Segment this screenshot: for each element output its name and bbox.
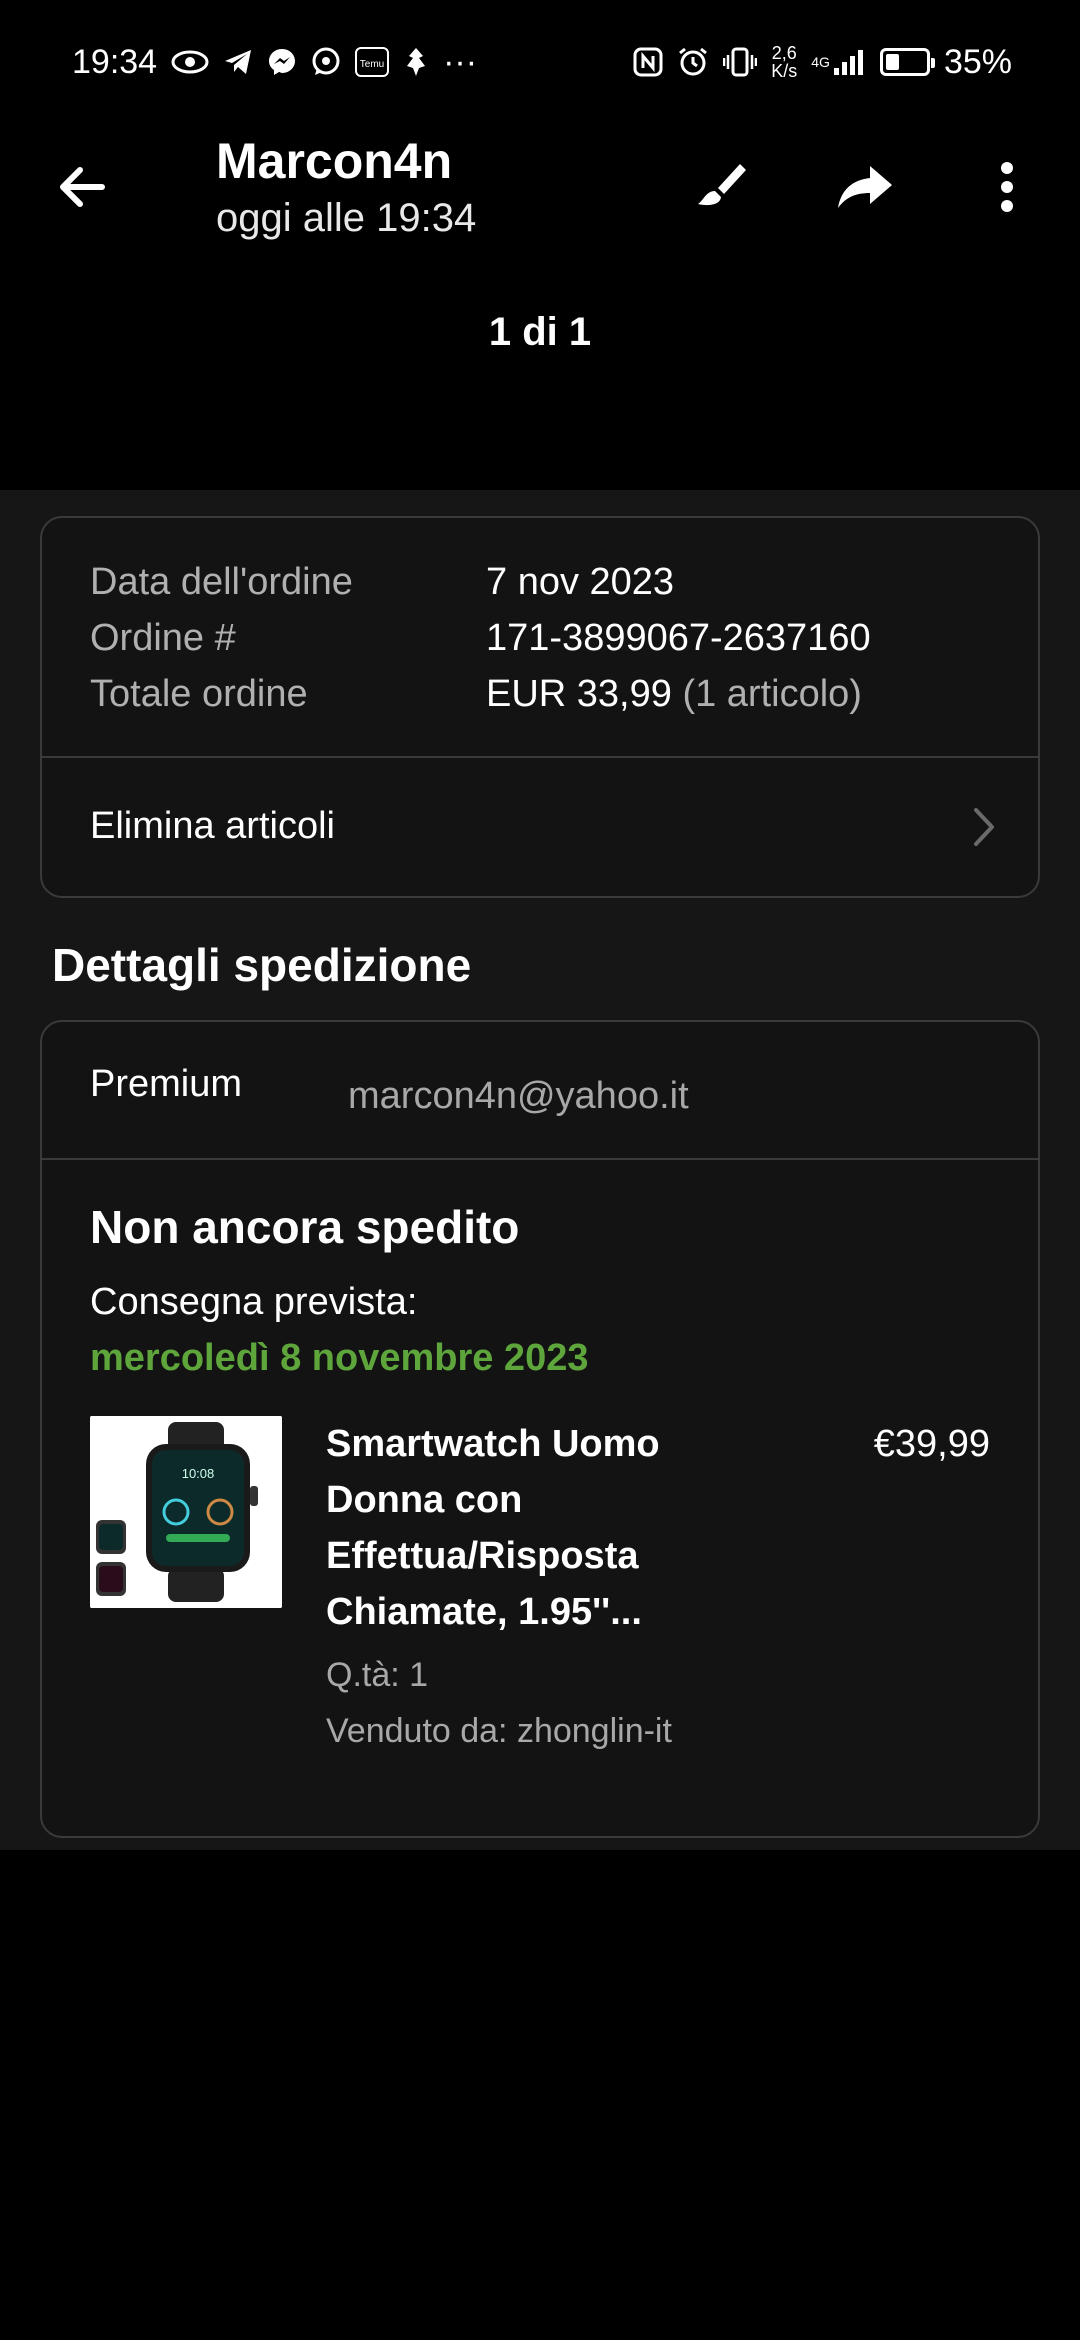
shipping-status: Non ancora spedito: [90, 1201, 520, 1253]
eye-icon: [171, 49, 209, 75]
message-time: oggi alle 19:34: [216, 196, 477, 240]
status-bar-left: 19:34 Temu ···: [72, 43, 477, 82]
whatsapp-icon: [311, 47, 341, 77]
messenger-icon: [267, 47, 297, 77]
premium-label: Premium: [90, 1063, 243, 1105]
sender-name: Marcon4n: [216, 133, 453, 189]
product-image[interactable]: 10:08: [90, 1416, 282, 1608]
order-number-value: 171-3899067-2637160: [486, 617, 871, 659]
share-button[interactable]: [832, 154, 898, 220]
network-speed-unit: K/s: [771, 61, 798, 81]
status-bar: 19:34 Temu ··· 2,6 K/s 4G 35%: [0, 0, 1080, 124]
order-item-count: (1 articolo): [682, 673, 862, 715]
battery-icon: [879, 48, 935, 76]
more-notifications-indicator: ···: [443, 42, 478, 81]
alarm-icon: [677, 46, 709, 78]
delivery-label: Consegna prevista:: [90, 1281, 418, 1323]
temu-icon: Temu: [355, 47, 390, 77]
delivery-date: mercoledì 8 novembre 2023: [90, 1337, 589, 1379]
vibrate-icon: [723, 46, 758, 78]
network-speed: 2,6 K/s: [771, 44, 797, 80]
battery-percent: 35%: [943, 42, 1012, 81]
product-seller: Venduto da: zhonglin-it: [326, 1712, 672, 1750]
back-button[interactable]: [50, 154, 116, 220]
page-counter: 1 di 1: [488, 310, 592, 354]
order-total-value-wrap: EUR 33,99 (1 articolo): [486, 666, 862, 722]
email-content[interactable]: Data dell'ordine 7 nov 2023 Ordine # 171…: [0, 490, 1080, 1850]
product-price: €39,99: [873, 1423, 990, 1465]
status-bar-right: 2,6 K/s 4G 35%: [633, 43, 1012, 82]
divider: [42, 1158, 1038, 1160]
chevron-right-icon: [974, 808, 994, 846]
recipient-email[interactable]: marcon4n@yahoo.it: [348, 1068, 689, 1124]
order-date-label: Data dell'ordine: [90, 561, 353, 603]
arrow-left-icon: [60, 167, 105, 207]
clock: 19:34: [72, 42, 158, 81]
more-options-button[interactable]: [974, 154, 1040, 220]
watch-face-time: 10:08: [182, 1466, 215, 1481]
shipping-details-title: Dettagli spedizione: [52, 939, 472, 991]
order-date-value: 7 nov 2023: [486, 561, 675, 603]
network-type-label: 4G: [811, 54, 830, 70]
smartwatch-image-icon: 10:08: [90, 1416, 282, 1608]
delete-items-label: Elimina articoli: [90, 805, 335, 847]
nfc-icon: [633, 47, 663, 77]
more-vertical-icon: [1001, 162, 1013, 212]
battery-level-fill: [885, 54, 900, 70]
order-total-label: Totale ordine: [90, 673, 308, 715]
edit-button[interactable]: [688, 154, 754, 220]
shipping-card: Premium marcon4n@yahoo.it Non ancora spe…: [40, 1020, 1040, 1838]
message-header: Marcon4n oggi alle 19:34: [216, 130, 476, 244]
order-summary-card: Data dell'ordine 7 nov 2023 Ordine # 171…: [40, 516, 1040, 898]
share-arrow-icon: [838, 166, 892, 208]
order-total-value: EUR 33,99: [486, 673, 672, 715]
telegram-icon: [223, 48, 253, 76]
temu-icon-text: Temu: [360, 59, 384, 70]
delete-items-row[interactable]: Elimina articoli: [42, 758, 1038, 898]
product-title[interactable]: Smartwatch Uomo Donna con Effettua/Rispo…: [326, 1416, 726, 1640]
signal-icon: 4G: [811, 48, 866, 76]
app-bar: Marcon4n oggi alle 19:34: [0, 124, 1080, 250]
order-number-label: Ordine #: [90, 617, 236, 659]
app-notification-icon: [403, 46, 429, 78]
product-quantity: Q.tà: 1: [326, 1656, 429, 1694]
brush-icon: [698, 164, 746, 206]
network-speed-value: 2,6: [771, 43, 797, 63]
